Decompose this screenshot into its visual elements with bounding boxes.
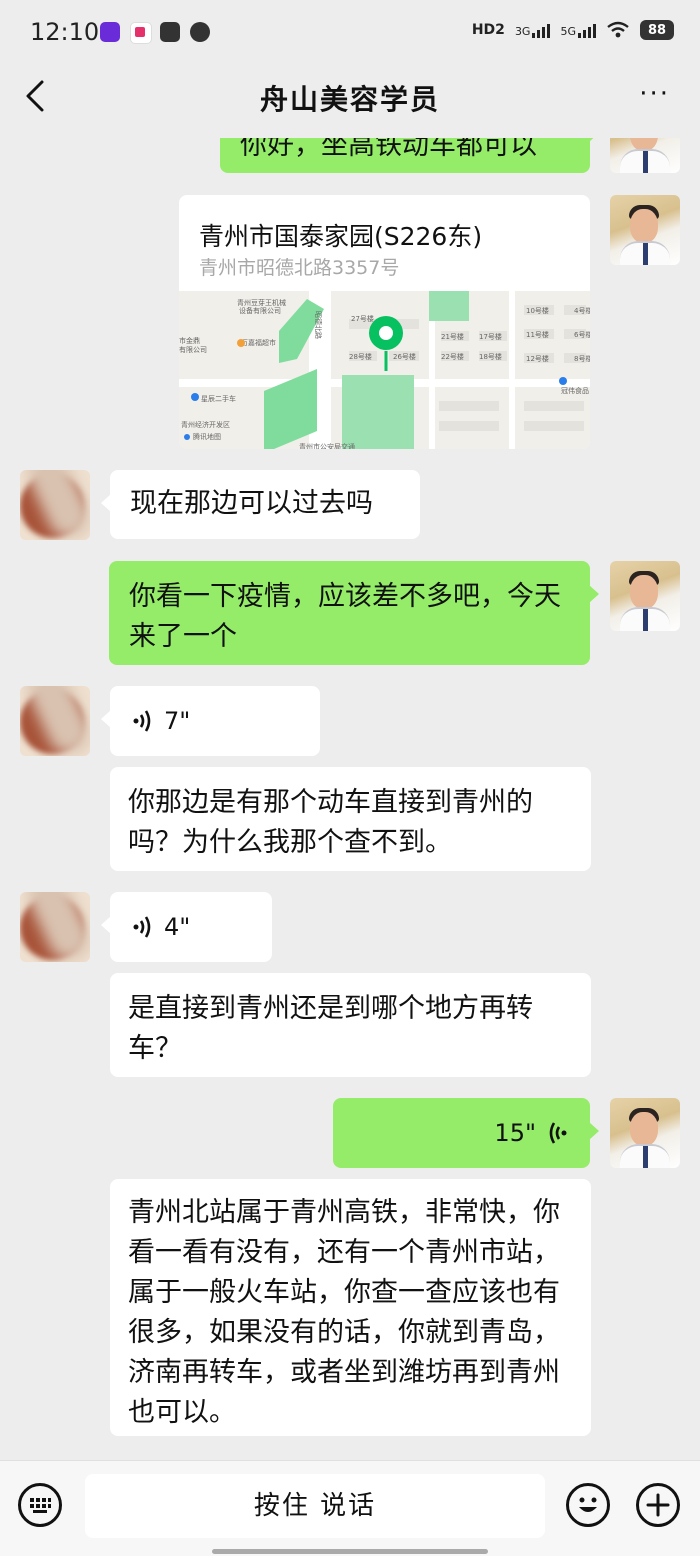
- voice-duration: 4": [164, 913, 191, 941]
- svg-text:6号楼: 6号楼: [574, 330, 590, 339]
- svg-text:市金鼎: 市金鼎: [179, 336, 200, 345]
- live-app-icon: [130, 22, 152, 44]
- svg-text:27号楼: 27号楼: [351, 314, 374, 323]
- avatar-other[interactable]: [20, 686, 90, 756]
- svg-text:17号楼: 17号楼: [479, 332, 502, 341]
- message-bubble-other[interactable]: 是直接到青州还是到哪个地方再转车？: [110, 973, 591, 1077]
- chat-title: 舟山美容学员: [259, 83, 440, 116]
- svg-text:18号楼: 18号楼: [479, 352, 502, 361]
- svg-text:8号楼: 8号楼: [574, 354, 590, 363]
- voice-wave-icon: [133, 916, 151, 938]
- home-indicator: [212, 1549, 488, 1554]
- svg-text:昭德北路: 昭德北路: [314, 311, 323, 339]
- message-text: 你看一下疫情，应该差不多吧，今天来了一个: [129, 581, 561, 652]
- plus-icon[interactable]: [636, 1483, 680, 1527]
- svg-text:28号楼: 28号楼: [349, 352, 372, 361]
- message-bubble-other[interactable]: 现在那边可以过去吗: [101, 470, 420, 539]
- svg-text:青州豆芽王机械: 青州豆芽王机械: [237, 298, 286, 307]
- svg-text:腾讯地图: 腾讯地图: [193, 432, 221, 441]
- status-time: 12:10: [30, 18, 100, 46]
- voice-wave-icon: [133, 710, 151, 732]
- video-app-icon: [100, 22, 120, 42]
- flag-icon: [160, 22, 180, 42]
- battery-indicator: 88: [640, 20, 674, 40]
- svg-text:11号楼: 11号楼: [526, 330, 549, 339]
- message-text: 现在那边可以过去吗: [130, 488, 373, 519]
- svg-text:冠伟食品: 冠伟食品: [561, 386, 589, 395]
- avatar-mine[interactable]: [610, 1098, 680, 1168]
- location-name: 青州市国泰家园(S226东): [199, 222, 483, 251]
- message-bubble-other[interactable]: 你那边是有那个动车直接到青州的吗？为什么我那个查不到。: [110, 767, 591, 871]
- svg-text:4号楼: 4号楼: [574, 306, 590, 315]
- voice-duration: 7": [164, 707, 191, 735]
- keyboard-icon[interactable]: [18, 1483, 62, 1527]
- signal-bars-icon: [532, 22, 551, 38]
- hd-indicator: HD2: [471, 22, 505, 38]
- svg-text:21号楼: 21号楼: [441, 332, 464, 341]
- voice-message-other[interactable]: 4": [101, 892, 272, 962]
- avatar-other[interactable]: [20, 470, 90, 540]
- signal-5g: 5G: [560, 22, 596, 38]
- svg-text:星辰二手车: 星辰二手车: [201, 394, 236, 403]
- signal-bars-icon: [578, 22, 596, 38]
- voice-wave-icon: [549, 1122, 567, 1144]
- compass-icon: [190, 22, 210, 42]
- signal-3g: 3G: [515, 22, 551, 38]
- message-text: 青州北站属于青州高铁，非常快，你看一看有没有，还有一个青州市站，属于一般火车站，…: [128, 1197, 560, 1428]
- more-options-button[interactable]: ···: [639, 81, 670, 107]
- emoji-icon[interactable]: [566, 1483, 610, 1527]
- status-right: HD2 3G 5G 88: [472, 20, 674, 40]
- svg-text:青州经济开发区: 青州经济开发区: [181, 420, 230, 429]
- message-text: 你那边是有那个动车直接到青州的吗？为什么我那个查不到。: [128, 787, 533, 858]
- input-bar: 按住 说话: [0, 1460, 700, 1556]
- location-message-card[interactable]: 青州市国泰家园(S226东) 青州市昭德北路3357号 青州豆芽王机械 设备有限…: [179, 195, 590, 449]
- avatar-mine[interactable]: [610, 561, 680, 631]
- voice-duration: 15": [494, 1119, 536, 1147]
- svg-text:22号楼: 22号楼: [441, 352, 464, 361]
- svg-text:设备有限公司: 设备有限公司: [239, 306, 281, 315]
- chat-header-overlay: 舟山美容学员 ···: [0, 66, 700, 128]
- wifi-icon: [607, 21, 629, 38]
- svg-text:12号楼: 12号楼: [526, 354, 549, 363]
- message-text: 是直接到青州还是到哪个地方再转车？: [128, 993, 533, 1064]
- svg-text:10号楼: 10号楼: [526, 306, 549, 315]
- voice-message-other[interactable]: 7": [101, 686, 320, 756]
- svg-text:万嘉福超市: 万嘉福超市: [241, 338, 276, 347]
- hold-to-talk-button[interactable]: 按住 说话: [85, 1474, 545, 1538]
- message-bubble-other[interactable]: 青州北站属于青州高铁，非常快，你看一看有没有，还有一个青州市站，属于一般火车站，…: [110, 1179, 591, 1436]
- voice-message-mine[interactable]: 15": [333, 1098, 599, 1168]
- svg-text:有限公司: 有限公司: [179, 345, 207, 354]
- message-bubble-mine[interactable]: 你看一下疫情，应该差不多吧，今天来了一个: [109, 561, 599, 665]
- svg-text:青州市公安局交通: 青州市公安局交通: [299, 442, 355, 449]
- status-bar: 12:10 HD2 3G 5G 88: [0, 0, 700, 66]
- avatar-other[interactable]: [20, 892, 90, 962]
- location-map-preview[interactable]: 青州豆芽王机械 设备有限公司 万嘉福超市 市金鼎 有限公司 星辰二手车 青州经济…: [179, 291, 590, 449]
- avatar-mine[interactable]: [610, 195, 680, 265]
- location-address: 青州市昭德北路3357号: [199, 257, 400, 279]
- svg-text:26号楼: 26号楼: [393, 352, 416, 361]
